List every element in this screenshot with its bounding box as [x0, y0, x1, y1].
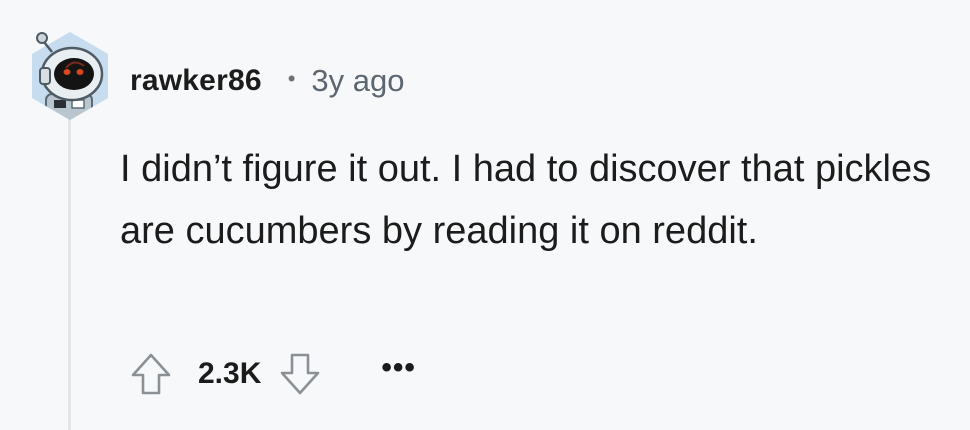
username-link[interactable]: rawker86: [130, 64, 262, 98]
comment-body: I didn’t figure it out. I had to discove…: [120, 148, 932, 252]
downvote-arrow-icon: [281, 353, 320, 395]
comment-timestamp[interactable]: 3y ago: [311, 63, 404, 99]
comment-header: rawker86 • 3y ago: [130, 56, 405, 106]
more-options-button[interactable]: •••: [381, 351, 416, 385]
meta-separator: •: [287, 66, 296, 91]
snoo-robot-avatar-icon: [32, 32, 108, 120]
comment-container: rawker86 • 3y ago I didn’t figure it out…: [0, 0, 970, 430]
comment-action-bar: 2.3K •••: [126, 346, 416, 402]
downvote-button[interactable]: [275, 349, 325, 399]
thread-line[interactable]: [68, 112, 71, 430]
upvote-button[interactable]: [126, 349, 176, 399]
vote-score: 2.3K: [198, 357, 262, 390]
user-avatar[interactable]: [22, 28, 118, 124]
upvote-arrow-icon: [131, 353, 171, 395]
